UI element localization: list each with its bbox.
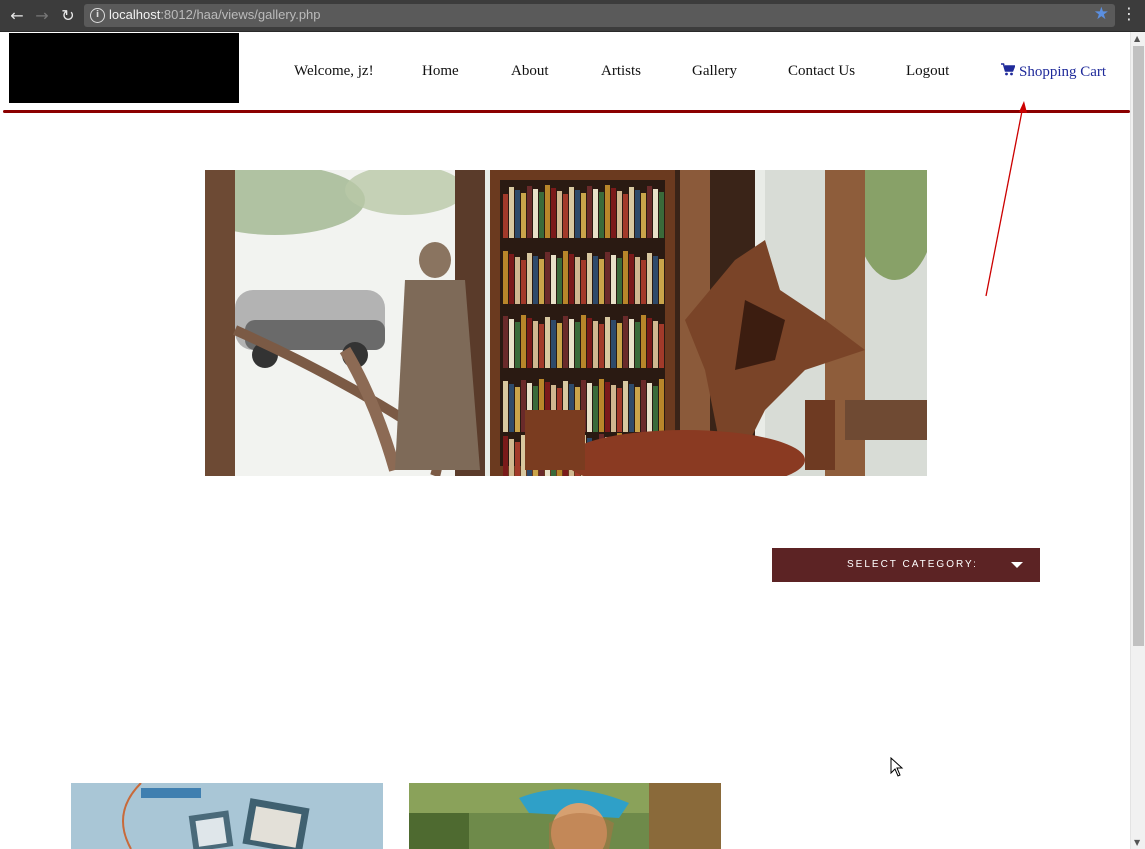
nav-shopping-cart[interactable]: Shopping Cart <box>1001 63 1106 81</box>
scrollbar-thumb[interactable] <box>1133 46 1144 646</box>
gallery-artwork-thumbnail[interactable] <box>409 783 721 849</box>
nav-gallery[interactable]: Gallery <box>692 63 737 80</box>
nav-home[interactable]: Home <box>422 63 459 80</box>
hero-image <box>205 170 927 476</box>
scroll-up-icon[interactable]: ▲ <box>1134 34 1140 43</box>
select-category-dropdown[interactable]: SELECT CATEGORY: <box>772 548 1040 582</box>
browser-toolbar: ← → ↻ i localhost:8012/haa/views/gallery… <box>0 0 1145 32</box>
star-icon[interactable]: ★ <box>1094 4 1109 24</box>
url-text[interactable]: localhost:8012/haa/views/gallery.php <box>109 7 321 22</box>
info-icon[interactable]: i <box>90 8 105 23</box>
gallery-artwork-thumbnail[interactable] <box>71 783 383 849</box>
header-divider <box>3 110 1130 113</box>
shopping-cart-icon <box>1001 63 1015 76</box>
forward-arrow-icon[interactable]: → <box>31 5 53 27</box>
caret-down-icon <box>1011 562 1023 568</box>
main-nav: Welcome, jz! Home About Artists Gallery … <box>0 63 1130 83</box>
kebab-menu-icon[interactable]: ⋮ <box>1121 4 1137 23</box>
mouse-cursor-icon <box>890 757 904 777</box>
scroll-down-icon[interactable]: ▼ <box>1134 838 1140 847</box>
page-scrollbar[interactable]: ▲ ▼ <box>1130 32 1145 849</box>
nav-logout[interactable]: Logout <box>906 63 949 80</box>
nav-artists[interactable]: Artists <box>601 63 641 80</box>
address-bar[interactable]: i localhost:8012/haa/views/gallery.php ★ <box>84 4 1115 27</box>
shopping-cart-label: Shopping Cart <box>1019 64 1107 80</box>
back-arrow-icon[interactable]: ← <box>6 5 28 27</box>
select-category-label: SELECT CATEGORY: <box>847 559 978 570</box>
nav-about[interactable]: About <box>511 63 549 80</box>
nav-contact-us[interactable]: Contact Us <box>788 63 855 80</box>
welcome-text: Welcome, jz! <box>294 63 374 79</box>
reload-icon[interactable]: ↻ <box>57 5 79 27</box>
